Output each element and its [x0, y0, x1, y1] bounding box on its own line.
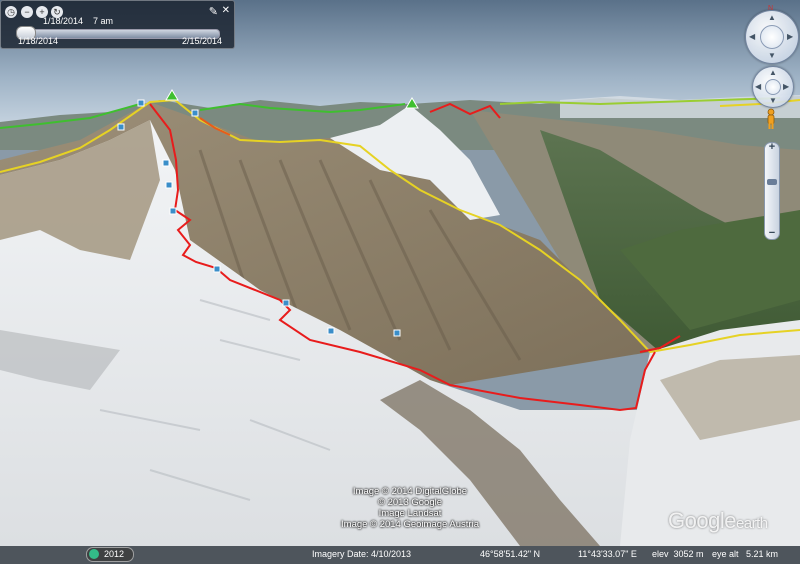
- imagery-credits: Image © 2014 DigitalGlobe © 2013 Google …: [300, 486, 520, 530]
- logo-earth: earth: [735, 515, 768, 532]
- timeline-start-date: 1/18/2014: [18, 36, 59, 46]
- zoom-minus-icon[interactable]: −: [765, 227, 779, 239]
- move-control[interactable]: ▲ ▼ ◀ ▶: [752, 66, 794, 108]
- credit-line: © 2013 Google: [377, 497, 443, 508]
- zoom-plus-icon[interactable]: +: [765, 141, 779, 153]
- look-control[interactable]: ▲ ▼ ◀ ▶ N: [745, 5, 799, 64]
- zoom-out-icon[interactable]: −: [21, 6, 33, 18]
- terrain-view[interactable]: [0, 0, 800, 564]
- wrench-icon[interactable]: ✎: [209, 5, 218, 18]
- latitude-readout: 46°58'51.42" N: [480, 549, 541, 559]
- move-left-icon[interactable]: ◀: [755, 83, 761, 91]
- look-down-icon[interactable]: ▼: [768, 52, 776, 60]
- zoom-slider[interactable]: + −: [764, 141, 780, 240]
- timeline-current-time: 1/18/2014 7 am: [43, 16, 114, 26]
- google-earth-logo: Googleearth: [668, 508, 768, 534]
- move-right-icon[interactable]: ▶: [783, 83, 789, 91]
- historical-imagery-year: 2012: [104, 549, 125, 559]
- logo-google: Google: [668, 508, 736, 533]
- historical-imagery-icon: [89, 549, 99, 559]
- look-center-icon[interactable]: [760, 25, 784, 49]
- historical-imagery-button[interactable]: 2012: [86, 547, 134, 562]
- longitude-readout: 11°43'33.07" E: [578, 549, 637, 559]
- credit-line: Image © 2014 Geoimage Austria: [341, 519, 479, 530]
- credit-line: Image Landsat: [378, 508, 442, 519]
- zoom-slider-knob[interactable]: [767, 179, 777, 185]
- credit-line: Image © 2014 DigitalGlobe: [352, 486, 468, 497]
- eye-altitude-readout: eye alt 5.21 km: [712, 549, 779, 559]
- move-down-icon[interactable]: ▼: [769, 97, 777, 105]
- timeline-end-date: 2/15/2014: [181, 36, 222, 46]
- look-up-icon[interactable]: ▲: [768, 14, 776, 22]
- street-view-pegman-icon[interactable]: [766, 108, 776, 130]
- look-right-icon[interactable]: ▶: [787, 33, 793, 41]
- imagery-date: Imagery Date: 4/10/2013: [312, 549, 412, 559]
- close-icon[interactable]: ✕: [222, 5, 230, 16]
- clock-icon[interactable]: ◷: [5, 6, 17, 18]
- timeline-panel: ◷ − + ↻ 1/18/2014 7 am ✎ ✕ 1/18/2014 2/1…: [0, 0, 235, 49]
- look-left-icon[interactable]: ◀: [749, 33, 755, 41]
- move-up-icon[interactable]: ▲: [769, 69, 777, 77]
- elevation-readout: elev 3052 m: [652, 549, 704, 559]
- move-center-icon[interactable]: [765, 79, 781, 95]
- north-icon: N: [768, 5, 774, 12]
